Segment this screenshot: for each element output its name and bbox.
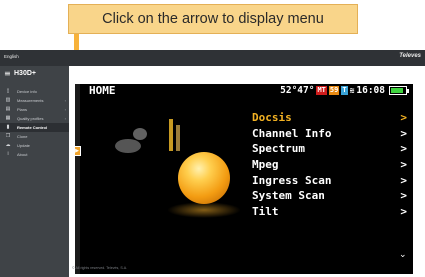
menu-toggle-arrow-icon[interactable]: ▶ [75,146,81,156]
measurement-icon: ▥ [5,97,11,103]
language-selector[interactable]: English [4,54,19,59]
sidebar: ▯ Device info ▥ Measurements › ▤ Plans ›… [0,87,69,159]
angle-readout: 52°47° [280,84,315,96]
hamburger-menu-icon[interactable]: ≡ [4,70,11,78]
docsis-orb-icon [178,152,230,204]
plans-icon: ▤ [5,106,11,112]
chevron-right-icon: > [400,173,407,187]
chevron-down-icon[interactable]: ⌄ [399,250,407,260]
menu-item-label: Channel Info [252,126,332,140]
sidebar-item-about[interactable]: i About [0,150,69,159]
menu-item-channel-info[interactable]: Channel Info > [252,126,407,142]
menu-item-label: System Scan [252,189,325,203]
device-screen[interactable]: ▶ HOME 52°47° MT 59 T ≋ 16:08 Docsis > C… [75,84,413,274]
menu-item-docsis[interactable]: Docsis > [252,110,407,126]
instruction-callout: Click on the arrow to display menu [68,4,358,34]
menu-item-label: Docsis [252,111,292,125]
screen-title: HOME [89,84,116,97]
chevron-right-icon: > [400,204,407,218]
brand-logo: Televes [399,53,421,59]
clone-icon: ❐ [5,133,11,139]
menu-item-system-scan[interactable]: System Scan > [252,188,407,204]
menu-item-label: Mpeg [252,158,279,172]
chevron-right-icon: › [64,116,66,121]
sidebar-item-label: Quality profiles [17,116,44,121]
sidebar-item-label: Measurements [17,98,44,103]
menu-item-ingress-scan[interactable]: Ingress Scan > [252,172,407,188]
chevron-right-icon: › [64,98,66,103]
product-logo: H30D+ [14,70,36,77]
app-window: English Televes ≡ H30D+ ▯ Device info ▥ … [0,50,425,277]
decorative-bar [169,119,173,151]
chevron-right-icon: › [64,107,66,112]
status-badge-red: MT [316,85,327,95]
chevron-right-icon: > [400,158,407,172]
wifi-icon: ≋ [349,85,355,95]
decorative-disc [133,128,147,140]
menu-item-mpeg[interactable]: Mpeg > [252,157,407,173]
chevron-right-icon: > [400,189,407,203]
sidebar-item-label: Device info [17,89,37,94]
orb-reflection [167,202,241,218]
main-content: ▶ HOME 52°47° MT 59 T ≋ 16:08 Docsis > C… [69,66,425,277]
menu-item-tilt[interactable]: Tilt > [252,204,407,220]
menu-item-label: Ingress Scan [252,173,332,187]
top-bar: English Televes [0,50,425,66]
chevron-right-icon: > [400,142,407,156]
clock-time: 16:08 [356,84,385,96]
sidebar-item-label: Clone [17,134,28,139]
footer-copyright: © All rights reserved. Televés, S.A. [72,266,128,270]
sidebar-item-measurements[interactable]: ▥ Measurements › [0,96,69,105]
menu-item-spectrum[interactable]: Spectrum > [252,141,407,157]
sidebar-item-quality-profiles[interactable]: ▦ Quality profiles › [0,114,69,123]
menu-item-label: Tilt [252,204,279,218]
status-bar: 52°47° MT 59 T ≋ 16:08 [280,84,409,96]
sidebar-item-label: Plans [17,107,28,112]
sidebar-item-remote-control[interactable]: ▮ Remote Control [0,123,69,132]
device-menu: Docsis > Channel Info > Spectrum > Mpeg … [252,110,407,219]
decorative-bar [176,125,180,151]
chevron-right-icon: > [400,126,407,140]
device-icon: ▯ [6,88,10,94]
status-badge-orange: 59 [328,85,340,95]
sidebar-item-label: About [17,152,28,157]
sidebar-item-clone[interactable]: ❐ Clone [0,132,69,141]
update-icon: ☁ [5,142,11,148]
decorative-disc [115,139,141,153]
chevron-right-icon: > [400,111,407,125]
screen-side-strip [75,84,80,274]
sidebar-item-plans[interactable]: ▤ Plans › [0,105,69,114]
battery-fill [391,87,403,93]
callout-text: Click on the arrow to display menu [102,11,324,27]
sidebar-item-update[interactable]: ☁ Update [0,141,69,150]
info-icon: i [7,151,9,157]
sidebar-item-label: Remote Control [17,125,47,130]
battery-icon [389,85,409,95]
remote-icon: ▮ [6,124,10,130]
sidebar-item-device-info[interactable]: ▯ Device info [0,87,69,96]
profiles-icon: ▦ [5,115,11,121]
sidebar-item-label: Update [17,143,30,148]
status-badge-blue: T [341,85,348,95]
menu-item-label: Spectrum [252,142,305,156]
